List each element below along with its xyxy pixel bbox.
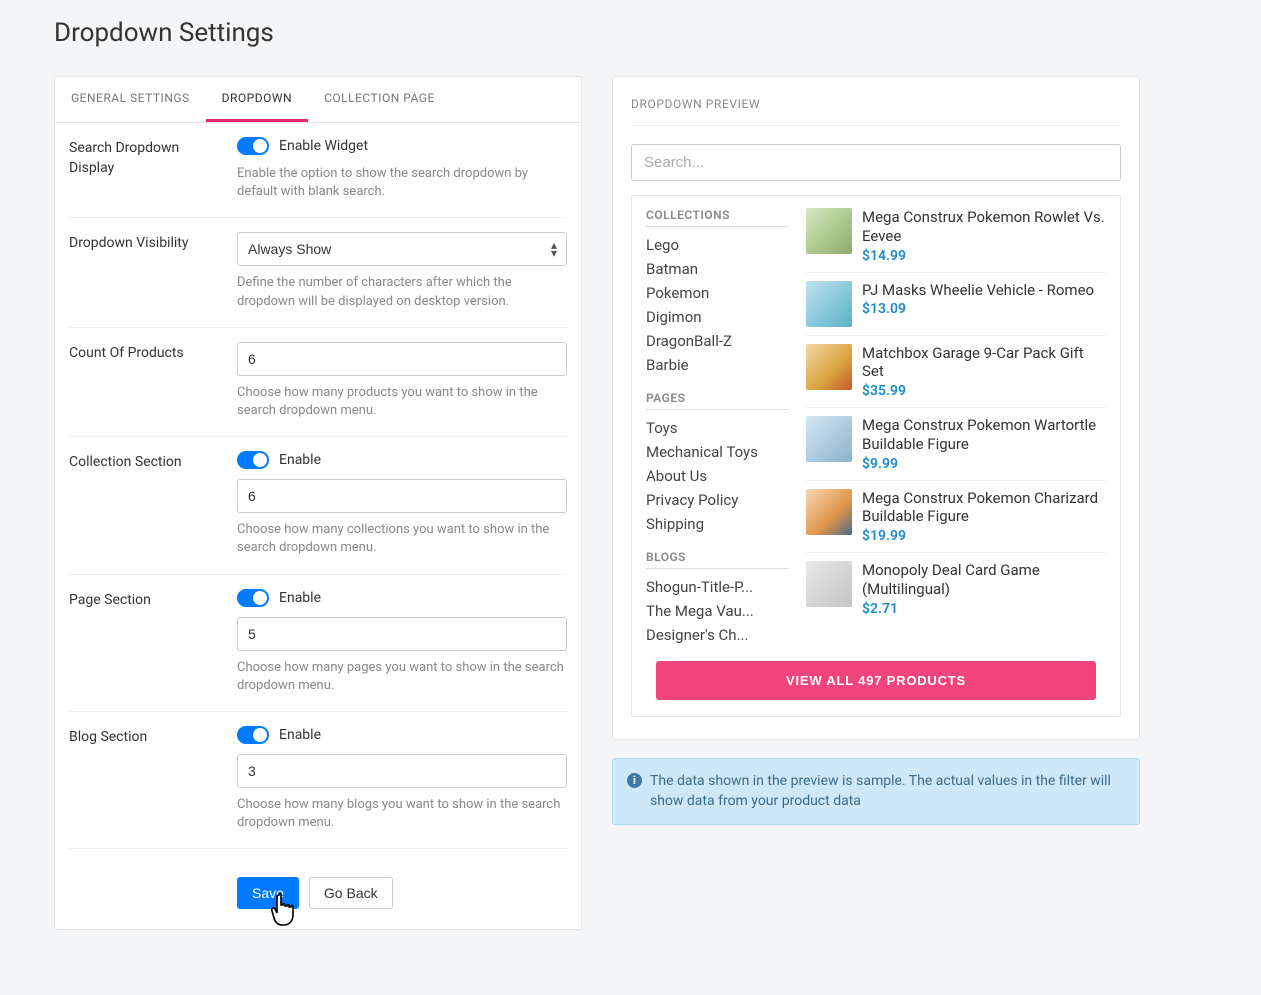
save-button[interactable]: Save xyxy=(237,877,299,909)
product-thumb xyxy=(806,281,852,327)
product-thumb xyxy=(806,344,852,390)
label-dropdown-visibility: Dropdown Visibility xyxy=(69,232,225,310)
info-alert: i The data shown in the preview is sampl… xyxy=(612,758,1140,825)
input-page-count[interactable] xyxy=(237,617,567,651)
tab-collection-page[interactable]: COLLECTION PAGE xyxy=(308,77,451,122)
label-blog-section: Blog Section xyxy=(69,726,225,832)
blogs-header: BLOGS xyxy=(646,550,788,569)
toggle-label-enable-widget: Enable Widget xyxy=(279,138,368,154)
list-item[interactable]: DragonBall-Z xyxy=(646,329,788,353)
view-all-button[interactable]: VIEW ALL 497 PRODUCTS xyxy=(656,661,1096,700)
collections-list: Lego Batman Pokemon Digimon DragonBall-Z… xyxy=(646,233,788,377)
product-price: $9.99 xyxy=(862,456,1106,472)
help-count: Choose how many products you want to sho… xyxy=(237,384,567,420)
tab-dropdown[interactable]: DROPDOWN xyxy=(206,77,308,122)
collections-header: COLLECTIONS xyxy=(646,208,788,227)
product-name: PJ Masks Wheelie Vehicle - Romeo xyxy=(862,281,1106,300)
product-item[interactable]: Mega Construx Pokemon Rowlet Vs. Eevee $… xyxy=(806,208,1106,273)
product-price: $14.99 xyxy=(862,248,1106,264)
info-alert-text: The data shown in the preview is sample.… xyxy=(650,771,1125,812)
list-item[interactable]: Mechanical Toys xyxy=(646,440,788,464)
product-item[interactable]: Monopoly Deal Card Game (Multilingual) $… xyxy=(806,553,1106,625)
search-input[interactable] xyxy=(631,144,1121,181)
help-collection: Choose how many collections you want to … xyxy=(237,521,567,557)
product-name: Mega Construx Pokemon Charizard Buildabl… xyxy=(862,489,1106,527)
product-price: $2.71 xyxy=(862,601,1106,617)
list-item[interactable]: Designer's Ch... xyxy=(646,623,788,647)
list-item[interactable]: Barbie xyxy=(646,353,788,377)
label-collection-section: Collection Section xyxy=(69,451,225,557)
pages-header: PAGES xyxy=(646,391,788,410)
page-title: Dropdown Settings xyxy=(54,18,1207,48)
list-item[interactable]: Toys xyxy=(646,416,788,440)
list-item[interactable]: Digimon xyxy=(646,305,788,329)
product-name: Matchbox Garage 9-Car Pack Gift Set xyxy=(862,344,1106,382)
help-visibility: Define the number of characters after wh… xyxy=(237,274,567,310)
label-page-section: Page Section xyxy=(69,589,225,695)
product-item[interactable]: PJ Masks Wheelie Vehicle - Romeo $13.09 xyxy=(806,273,1106,336)
label-count-of-products: Count Of Products xyxy=(69,342,225,420)
product-thumb xyxy=(806,208,852,254)
list-item[interactable]: About Us xyxy=(646,464,788,488)
tabs: GENERAL SETTINGS DROPDOWN COLLECTION PAG… xyxy=(55,77,581,123)
list-item[interactable]: The Mega Vau... xyxy=(646,599,788,623)
product-name: Mega Construx Pokemon Wartortle Buildabl… xyxy=(862,416,1106,454)
toggle-collection-enable[interactable] xyxy=(237,451,269,469)
list-item[interactable]: Shogun-Title-P... xyxy=(646,575,788,599)
preview-panel: COLLECTIONS Lego Batman Pokemon Digimon … xyxy=(631,195,1121,717)
input-count-products[interactable] xyxy=(237,342,567,376)
product-price: $19.99 xyxy=(862,528,1106,544)
toggle-page-enable[interactable] xyxy=(237,589,269,607)
list-item[interactable]: Pokemon xyxy=(646,281,788,305)
input-blog-count[interactable] xyxy=(237,754,567,788)
tab-general-settings[interactable]: GENERAL SETTINGS xyxy=(55,77,206,122)
help-display: Enable the option to show the search dro… xyxy=(237,165,567,201)
list-item[interactable]: Shipping xyxy=(646,512,788,536)
product-item[interactable]: Mega Construx Pokemon Wartortle Buildabl… xyxy=(806,408,1106,481)
toggle-label-blog: Enable xyxy=(279,727,321,743)
product-price: $35.99 xyxy=(862,383,1106,399)
toggle-label-collection: Enable xyxy=(279,452,321,468)
blogs-list: Shogun-Title-P... The Mega Vau... Design… xyxy=(646,575,788,647)
pages-list: Toys Mechanical Toys About Us Privacy Po… xyxy=(646,416,788,536)
toggle-enable-widget[interactable] xyxy=(237,137,269,155)
help-blog: Choose how many blogs you want to show i… xyxy=(237,796,567,832)
product-item[interactable]: Mega Construx Pokemon Charizard Buildabl… xyxy=(806,481,1106,554)
product-thumb xyxy=(806,561,852,607)
divider xyxy=(631,125,1121,126)
preview-title: DROPDOWN PREVIEW xyxy=(631,97,1121,111)
product-name: Monopoly Deal Card Game (Multilingual) xyxy=(862,561,1106,599)
toggle-blog-enable[interactable] xyxy=(237,726,269,744)
preview-card: DROPDOWN PREVIEW COLLECTIONS Lego Batman… xyxy=(612,76,1140,740)
input-collection-count[interactable] xyxy=(237,479,567,513)
select-dropdown-visibility[interactable]: Always Show xyxy=(237,232,567,266)
product-thumb xyxy=(806,489,852,535)
label-search-dropdown-display: Search Dropdown Display xyxy=(69,137,225,201)
settings-card: GENERAL SETTINGS DROPDOWN COLLECTION PAG… xyxy=(54,76,582,930)
product-name: Mega Construx Pokemon Rowlet Vs. Eevee xyxy=(862,208,1106,246)
products-list: Mega Construx Pokemon Rowlet Vs. Eevee $… xyxy=(806,208,1106,647)
product-price: $13.09 xyxy=(862,301,1106,317)
list-item[interactable]: Lego xyxy=(646,233,788,257)
list-item[interactable]: Batman xyxy=(646,257,788,281)
info-icon: i xyxy=(627,773,642,788)
list-item[interactable]: Privacy Policy xyxy=(646,488,788,512)
go-back-button[interactable]: Go Back xyxy=(309,877,393,909)
toggle-label-page: Enable xyxy=(279,590,321,606)
product-thumb xyxy=(806,416,852,462)
product-item[interactable]: Matchbox Garage 9-Car Pack Gift Set $35.… xyxy=(806,336,1106,409)
help-page: Choose how many pages you want to show i… xyxy=(237,659,567,695)
